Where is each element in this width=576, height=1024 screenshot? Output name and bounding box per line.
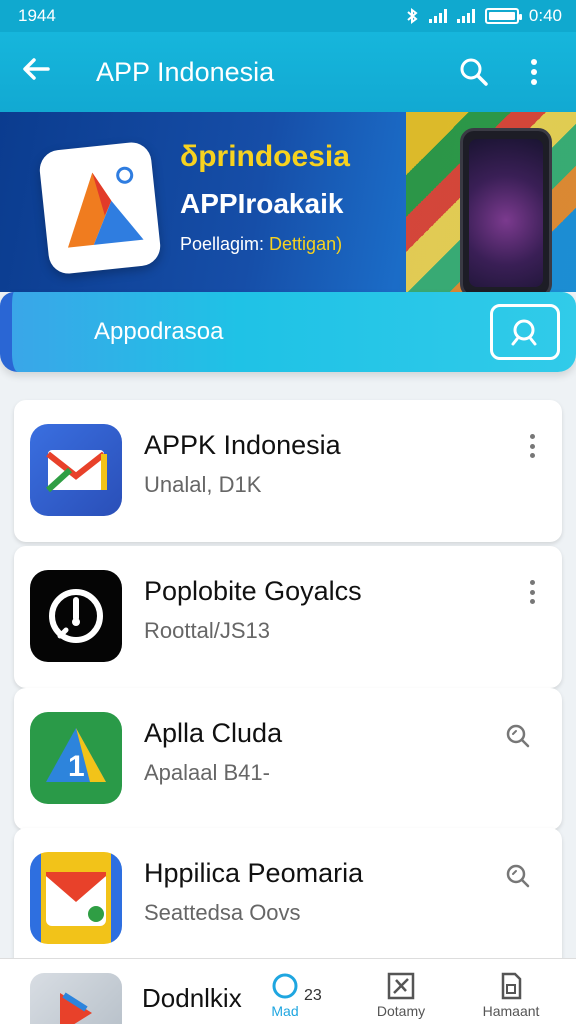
app-bar: APP Indonesia [0,32,576,112]
nav-label: Dotamy [376,1003,426,1019]
more-vert-icon [531,59,537,85]
search-submit-button[interactable] [490,304,560,360]
wifi-signal-icon [456,9,475,23]
app-logo-icon [67,166,144,248]
search-icon [460,58,488,86]
app-name: Poplobite Goyalcs [144,576,362,606]
more-options-button[interactable] [512,50,556,94]
clock-icon [49,589,103,643]
app-name: APPK Indonesia [144,430,341,460]
banner-tagline-a: Poellagim: [180,234,270,254]
arrow-left-icon [23,58,50,80]
more-vert-icon[interactable] [524,434,540,458]
zoom-button[interactable] [504,862,532,895]
search-bar[interactable]: Appodrasoa [0,292,576,372]
zoom-icon [506,864,530,888]
nav-badge: 23 [304,987,322,1004]
app-bar-title: APP Indonesia [96,56,275,87]
circle-icon [272,973,298,999]
search-icon [511,319,537,346]
document-icon [501,972,522,1000]
phone-illustration [460,128,552,292]
status-bar: 1944 0:40 [0,0,576,32]
tools-icon [387,972,415,1000]
app-icon-clock [30,570,122,662]
app-subtitle: Unalal, D1K [144,472,262,497]
app-icon-partial[interactable] [30,973,122,1024]
play-icon [60,992,92,1024]
bluetooth-icon [407,8,418,24]
banner-logo [37,140,163,276]
app-icon-drive: 1 [30,712,122,804]
status-icons: 0:40 [405,6,562,26]
app-icon-mail [30,424,122,516]
app-list-item[interactable]: Poplobite Goyalcs Roottal/JS13 [14,546,562,688]
app-list-item[interactable]: 1 Aplla Cluda Apalaal B41- [14,688,562,830]
app-subtitle: Apalaal B41- [144,760,270,785]
mail-icon [45,450,107,493]
back-button[interactable] [20,53,76,91]
search-label: Appodrasoa [94,318,224,345]
app-list-item[interactable]: Hppilica Peomaria Seattedsa Oovs [14,828,562,970]
app-icon-gmail [30,852,122,944]
banner-tagline: Poellagim: Dettigan) [180,234,342,255]
signal-icon [428,9,447,23]
search-button[interactable] [452,50,496,94]
banner-subheadline: APPIroakaik [180,188,344,219]
bottom-navigation: Dodnlkix 23 Mad Dotamy Hamaant [0,958,576,1024]
banner-tagline-b: Dettigan) [269,234,343,254]
more-vert-icon[interactable] [524,580,540,604]
nav-item-hamaant[interactable]: Hamaant [476,971,546,1019]
nav-label: Mad [271,1003,299,1019]
app-subtitle: Seattedsa Oovs [144,900,301,925]
nav-item-dotamy[interactable]: Dotamy [366,971,436,1019]
app-list-item[interactable]: APPK Indonesia Unalal, D1K [14,400,562,542]
zoom-button[interactable] [504,722,532,755]
app-name: Hppilica Peomaria [144,858,364,888]
nav-item-mad[interactable]: 23 Mad [250,971,322,1019]
battery-icon [484,8,522,24]
envelope-icon [46,872,106,926]
nav-label: Hamaant [482,1003,540,1019]
drive-icon: 1 [46,728,106,783]
zoom-icon [506,724,530,748]
app-name: Aplla Cluda [144,718,283,748]
app-subtitle: Roottal/JS13 [144,618,270,643]
svg-text:1: 1 [68,750,85,783]
banner-headline: δprindoesia [180,140,350,173]
status-time-left: 1944 [18,6,56,25]
partial-app-name: Dodnlkix [142,983,242,1013]
status-time-right: 0:40 [528,6,562,25]
